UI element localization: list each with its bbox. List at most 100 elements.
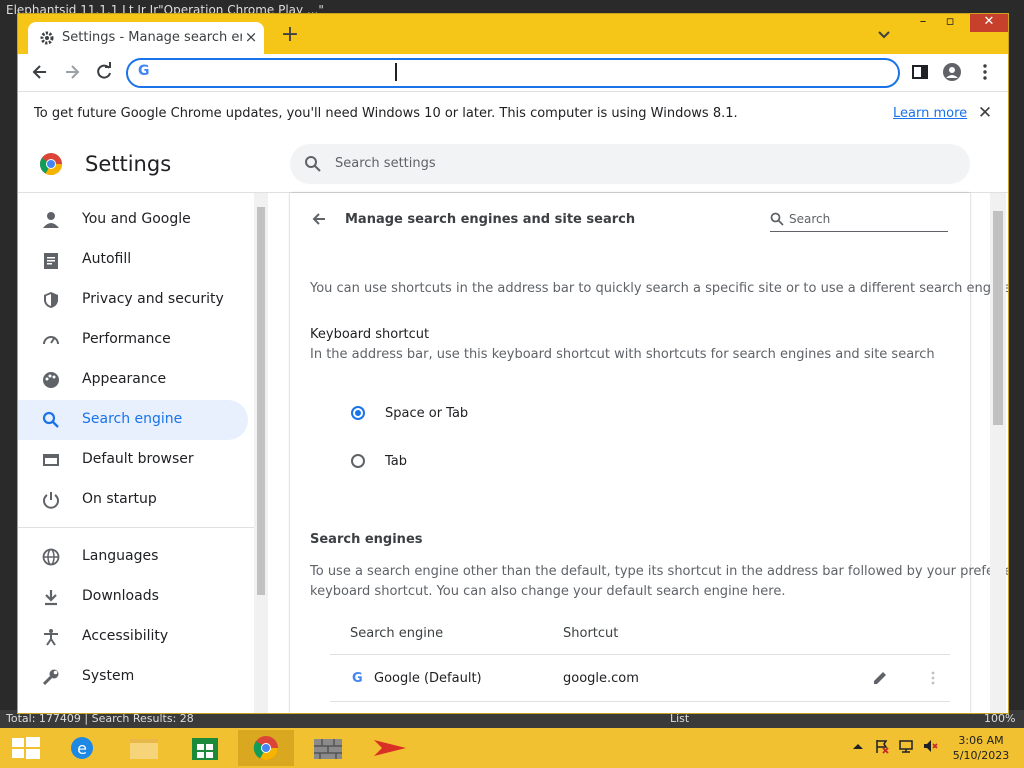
download-icon: [45, 590, 57, 606]
windows-start-icon[interactable]: [0, 730, 56, 766]
settings-search-placeholder: Search settings: [335, 156, 436, 171]
sidebar-item-label: Appearance: [82, 371, 167, 387]
more-vert-icon[interactable]: [975, 62, 995, 82]
internet-explorer-icon[interactable]: e: [54, 730, 110, 766]
new-tab-button[interactable]: +: [280, 24, 300, 46]
address-input[interactable]: [160, 63, 864, 83]
network-icon[interactable]: [898, 738, 914, 754]
wrench-icon: [42, 669, 59, 686]
engines-description-1: To use a search engine other than the de…: [310, 564, 1009, 579]
forward-arrow-icon[interactable]: [62, 62, 82, 82]
file-explorer-icon[interactable]: [116, 730, 172, 766]
side-panel-icon[interactable]: [910, 62, 930, 82]
content-scrollbar[interactable]: [990, 193, 1006, 713]
sidebar-item-label: Autofill: [82, 251, 132, 267]
radio-label-tab: Tab: [385, 454, 408, 469]
sidebar-scrollbar[interactable]: [254, 193, 268, 713]
window-close-button[interactable]: ✕: [970, 14, 1008, 32]
page-search-placeholder: Search: [789, 212, 831, 226]
title-bar: Settings - Manage search engines × + – ▫…: [18, 14, 1008, 54]
table-divider: [330, 701, 950, 702]
sidebar-item-system[interactable]: System: [18, 657, 248, 697]
taskbar-clock[interactable]: 3:06 AM 5/10/2023: [952, 733, 1010, 763]
text-cursor-icon: [395, 63, 397, 81]
sidebar-item-label: Downloads: [82, 588, 159, 604]
sidebar-item-search-engine[interactable]: Search engine: [18, 400, 248, 440]
sidebar-item-label: System: [82, 668, 135, 684]
reload-icon[interactable]: [94, 62, 114, 82]
engine-shortcut: google.com: [563, 671, 639, 686]
tray-expand-icon[interactable]: [850, 738, 866, 754]
clock-date: 5/10/2023: [952, 749, 1010, 762]
more-vert-icon[interactable]: [924, 669, 942, 687]
update-infobar: To get future Google Chrome updates, you…: [18, 91, 1008, 137]
engine-name: Google (Default): [374, 671, 482, 686]
minimize-button[interactable]: –: [913, 14, 933, 32]
google-icon: G: [138, 63, 150, 79]
content-scrollbar-thumb[interactable]: [993, 211, 1003, 425]
palette-icon: [43, 372, 59, 388]
sidebar-item-label: Performance: [82, 331, 171, 347]
chrome-window: Settings - Manage search engines × + – ▫…: [17, 13, 1009, 714]
back-arrow-icon[interactable]: [310, 210, 328, 228]
search-icon: [770, 212, 784, 226]
sidebar-item-default-browser[interactable]: Default browser: [18, 440, 248, 480]
sidebar-divider: [18, 527, 254, 528]
back-arrow-icon[interactable]: [30, 62, 50, 82]
chrome-logo-icon: [40, 153, 62, 175]
settings-title: Settings: [85, 152, 172, 176]
clock-time: 3:06 AM: [958, 734, 1004, 747]
search-icon: [305, 156, 321, 172]
sidebar-item-label: Privacy and security: [82, 291, 224, 307]
chevron-down-icon[interactable]: [876, 26, 892, 42]
table-divider: [330, 654, 950, 655]
chrome-taskbar-icon[interactable]: [238, 730, 294, 766]
page-search-input[interactable]: Search: [770, 211, 948, 232]
sidebar-item-label: On startup: [82, 491, 157, 507]
radio-space-or-tab[interactable]: [351, 406, 365, 420]
infobar-message: To get future Google Chrome updates, you…: [34, 106, 738, 121]
sidebar-item-you-and-google[interactable]: You and Google: [18, 200, 248, 240]
sidebar-item-downloads[interactable]: Downloads: [18, 577, 248, 617]
svg-text:e: e: [77, 739, 87, 758]
infobar-close-button[interactable]: ✕: [975, 103, 995, 123]
tab-close-button[interactable]: ×: [242, 28, 260, 46]
action-center-flag-icon[interactable]: [874, 738, 890, 754]
sidebar-item-on-startup[interactable]: On startup: [18, 480, 248, 520]
globe-icon: [42, 548, 60, 566]
volume-muted-icon[interactable]: [922, 738, 938, 754]
column-shortcut: Shortcut: [563, 626, 619, 641]
maximize-button[interactable]: ▫: [940, 14, 960, 32]
sidebar-item-languages[interactable]: Languages: [18, 537, 248, 577]
windows-taskbar: e 3:06 AM 5/10/2023: [0, 728, 1024, 768]
sidebar-scrollbar-thumb[interactable]: [257, 207, 265, 595]
sidebar-item-label: Default browser: [82, 451, 194, 467]
settings-header: Settings Search settings: [18, 136, 1008, 193]
toolbar: G: [18, 54, 1008, 90]
sidebar-item-autofill[interactable]: Autofill: [18, 240, 248, 280]
gear-icon: [40, 31, 54, 45]
sidebar-item-label: You and Google: [82, 211, 191, 227]
profile-avatar-icon[interactable]: [942, 62, 962, 82]
send-arrow-app-icon[interactable]: [362, 730, 418, 766]
edit-pencil-icon[interactable]: [871, 669, 889, 687]
sidebar-item-performance[interactable]: Performance: [18, 320, 248, 360]
browser-icon: [43, 454, 59, 466]
speedometer-icon: [43, 336, 59, 345]
search-engines-card: Manage search engines and site search Se…: [290, 193, 1008, 713]
sidebar-item-appearance[interactable]: Appearance: [18, 360, 248, 400]
tab-settings[interactable]: Settings - Manage search engines ×: [28, 22, 264, 54]
shortcut-heading: Keyboard shortcut: [310, 327, 430, 342]
sidebar-item-privacy[interactable]: Privacy and security: [18, 280, 248, 320]
sidebar-item-accessibility[interactable]: Accessibility: [18, 617, 248, 657]
firewall-app-icon[interactable]: [300, 730, 356, 766]
tab-title: Settings - Manage search engines: [62, 30, 242, 45]
learn-more-link[interactable]: Learn more: [893, 106, 967, 121]
settings-search-input[interactable]: Search settings: [290, 144, 970, 184]
address-bar[interactable]: G: [126, 58, 900, 88]
engines-heading: Search engines: [310, 532, 423, 547]
store-icon[interactable]: [177, 730, 233, 766]
page-title: Manage search engines and site search: [345, 212, 636, 227]
radio-label-space-or-tab: Space or Tab: [385, 406, 469, 421]
radio-tab[interactable]: [351, 454, 365, 468]
